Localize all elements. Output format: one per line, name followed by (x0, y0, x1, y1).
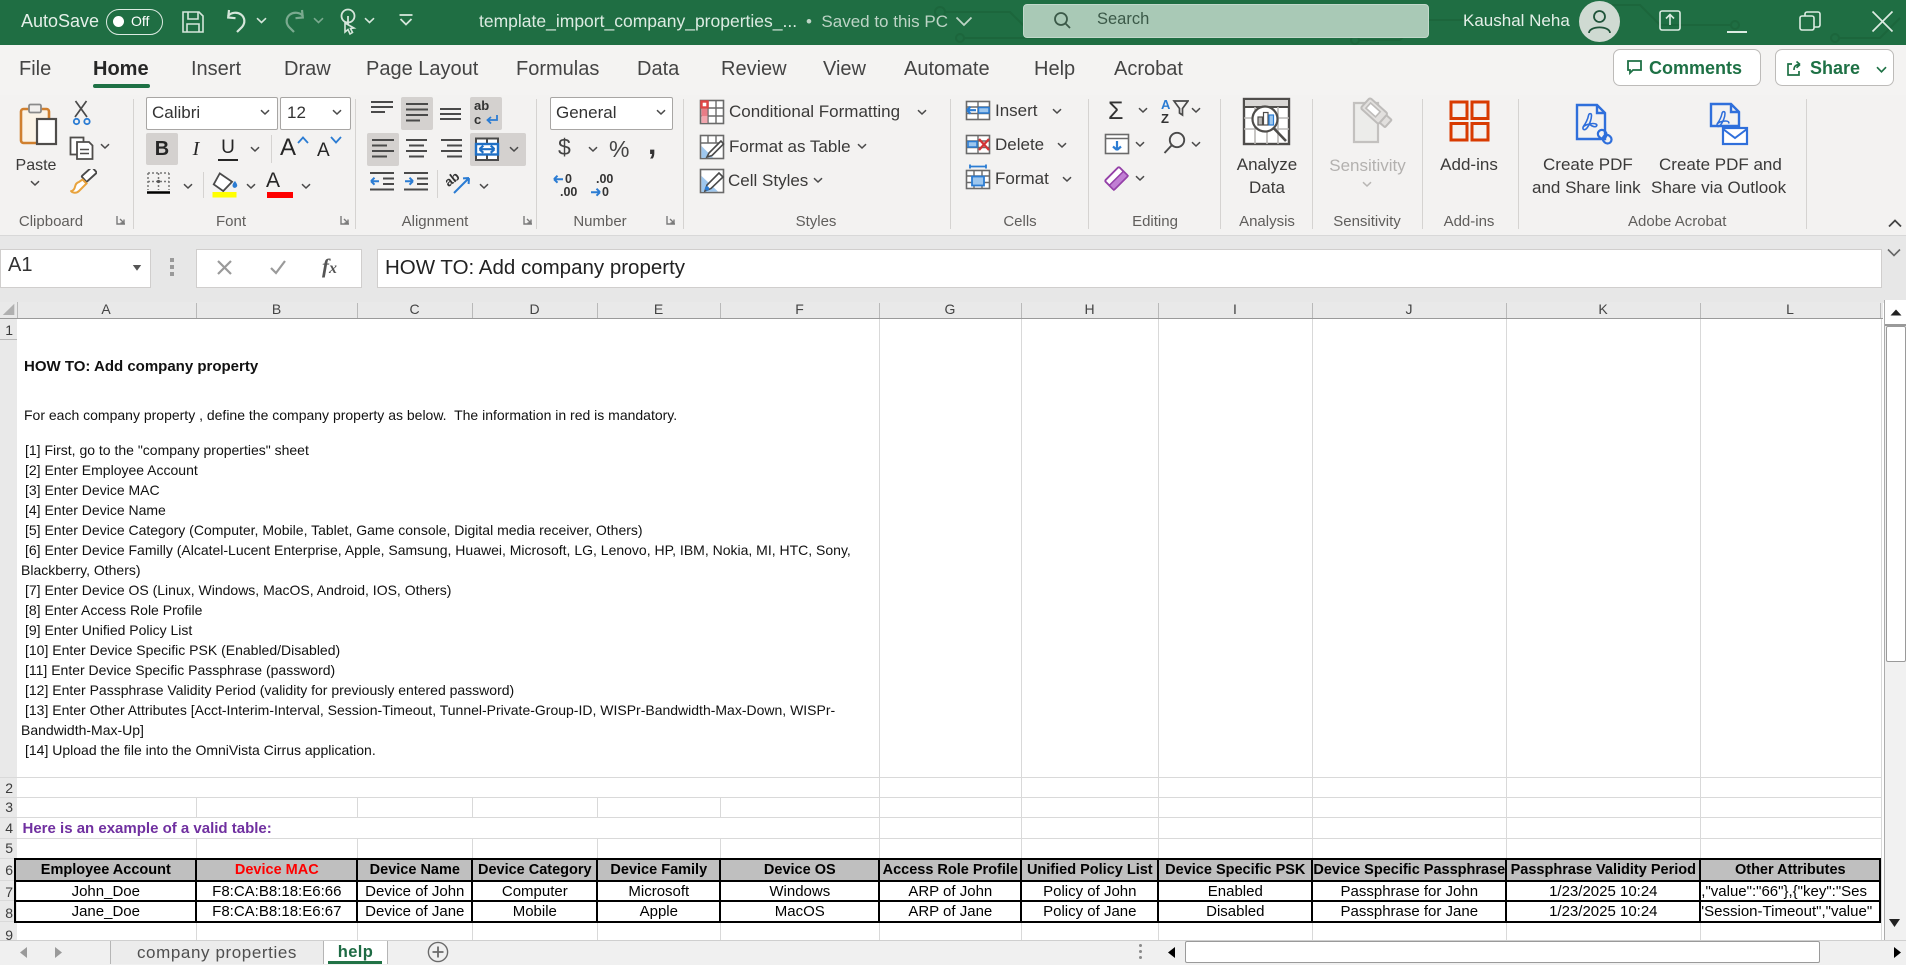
svg-text:Z: Z (1161, 111, 1169, 126)
svg-text:A: A (1161, 98, 1171, 112)
svg-text:.00: .00 (560, 185, 577, 198)
svg-text:0: 0 (602, 185, 609, 198)
svg-text:.00: .00 (596, 172, 613, 186)
svg-text:0: 0 (565, 172, 572, 186)
